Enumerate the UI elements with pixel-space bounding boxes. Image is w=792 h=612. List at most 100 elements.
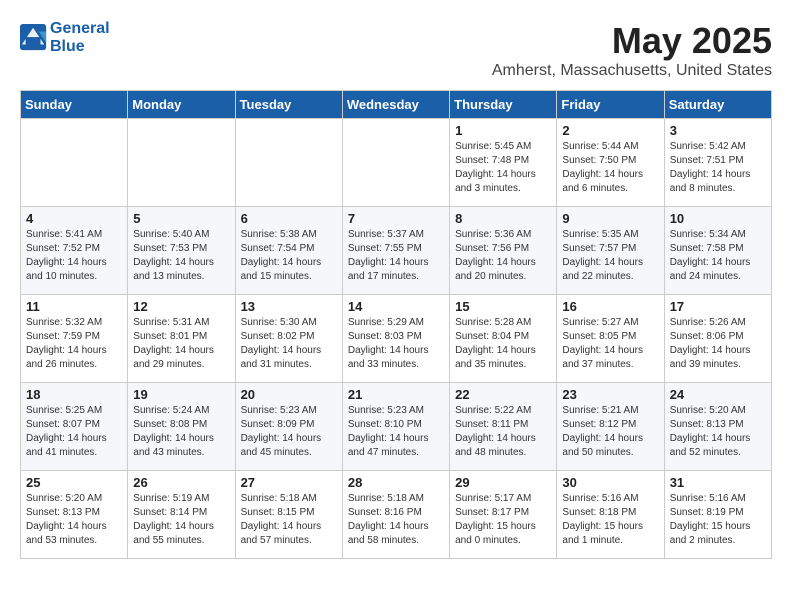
calendar-week-row: 4 Sunrise: 5:41 AM Sunset: 7:52 PM Daylig… [21,207,772,295]
day-of-week-header: Tuesday [235,91,342,119]
day-info: Sunrise: 5:38 AM Sunset: 7:54 PM Dayligh… [241,228,337,284]
calendar-day-cell: 17 Sunrise: 5:26 AM Sunset: 8:06 PM Dayli… [664,295,771,383]
day-info: Sunrise: 5:17 AM Sunset: 8:17 PM Dayligh… [455,492,551,548]
calendar-day-cell: 19Sunrise: 5:24 AM Sunset: 8:08 PM Dayli… [128,383,235,471]
calendar-day-cell: 3Sunrise: 5:42 AM Sunset: 7:51 PM Daylig… [664,119,771,207]
day-info: Sunrise: 5:37 AM Sunset: 7:55 PM Dayligh… [348,228,444,284]
day-of-week-header: Wednesday [342,91,449,119]
calendar-day-cell: 22 Sunrise: 5:22 AM Sunset: 8:11 PM Dayli… [450,383,557,471]
calendar-week-row: 11 Sunrise: 5:32 AM Sunset: 7:59 PM Dayli… [21,295,772,383]
day-number: 18 [26,387,122,402]
day-info: Sunrise: 5:29 AM Sunset: 8:03 PM Dayligh… [348,316,444,372]
day-info: Sunrise: 5:16 AM Sunset: 8:18 PM Dayligh… [562,492,658,548]
day-info: Sunrise: 5:22 AM Sunset: 8:11 PM Dayligh… [455,404,551,460]
calendar-day-cell: 11 Sunrise: 5:32 AM Sunset: 7:59 PM Dayli… [21,295,128,383]
day-of-week-header: Saturday [664,91,771,119]
day-info: Sunrise: 5:20 AM Sunset: 8:13 PM Dayligh… [670,404,766,460]
calendar-day-cell: 27 Sunrise: 5:18 AM Sunset: 8:15 PM Dayli… [235,471,342,559]
day-info: Sunrise: 5:36 AM Sunset: 7:56 PM Dayligh… [455,228,551,284]
calendar-day-cell: 15 Sunrise: 5:28 AM Sunset: 8:04 PM Dayli… [450,295,557,383]
day-info: Sunrise: 5:26 AM Sunset: 8:06 PM Dayligh… [670,316,766,372]
day-info: Sunrise: 5:44 AM Sunset: 7:50 PM Dayligh… [562,140,658,196]
day-number: 13 [241,299,337,314]
calendar-day-cell [235,119,342,207]
calendar-day-cell: 24 Sunrise: 5:20 AM Sunset: 8:13 PM Dayli… [664,383,771,471]
day-info: Sunrise: 5:32 AM Sunset: 7:59 PM Dayligh… [26,316,122,372]
day-info: Sunrise: 5:25 AM Sunset: 8:07 PM Dayligh… [26,404,122,460]
day-number: 24 [670,387,766,402]
day-number: 26 [133,475,229,490]
day-number: 9 [562,211,658,226]
day-number: 6 [241,211,337,226]
day-number: 20 [241,387,337,402]
calendar-day-cell: 4 Sunrise: 5:41 AM Sunset: 7:52 PM Daylig… [21,207,128,295]
day-of-week-header: Friday [557,91,664,119]
location-title: Amherst, Massachusetts, United States [492,62,772,80]
calendar-day-cell [128,119,235,207]
day-info: Sunrise: 5:28 AM Sunset: 8:04 PM Dayligh… [455,316,551,372]
day-number: 8 [455,211,551,226]
calendar-day-cell: 6 Sunrise: 5:38 AM Sunset: 7:54 PM Daylig… [235,207,342,295]
logo-text: General Blue [50,20,110,56]
day-number: 4 [26,211,122,226]
calendar-day-cell [21,119,128,207]
day-info: Sunrise: 5:40 AM Sunset: 7:53 PM Dayligh… [133,228,229,284]
day-number: 11 [26,299,122,314]
calendar-week-row: 18 Sunrise: 5:25 AM Sunset: 8:07 PM Dayli… [21,383,772,471]
calendar-day-cell: 20 Sunrise: 5:23 AM Sunset: 8:09 PM Dayli… [235,383,342,471]
day-info: Sunrise: 5:35 AM Sunset: 7:57 PM Dayligh… [562,228,658,284]
day-info: Sunrise: 5:23 AM Sunset: 8:10 PM Dayligh… [348,404,444,460]
day-info: Sunrise: 5:31 AM Sunset: 8:01 PM Dayligh… [133,316,229,372]
day-number: 28 [348,475,444,490]
header: General Blue May 2025 Amherst, Massachus… [20,20,772,80]
day-number: 27 [241,475,337,490]
day-number: 23 [562,387,658,402]
day-info: Sunrise: 5:34 AM Sunset: 7:58 PM Dayligh… [670,228,766,284]
day-number: 19 [133,387,229,402]
logo-icon [20,24,48,52]
day-info: Sunrise: 5:23 AM Sunset: 8:09 PM Dayligh… [241,404,337,460]
calendar-day-cell: 31Sunrise: 5:16 AM Sunset: 8:19 PM Dayli… [664,471,771,559]
logo: General Blue [20,20,110,56]
day-info: Sunrise: 5:18 AM Sunset: 8:16 PM Dayligh… [348,492,444,548]
calendar-day-cell: 29 Sunrise: 5:17 AM Sunset: 8:17 PM Dayli… [450,471,557,559]
day-info: Sunrise: 5:21 AM Sunset: 8:12 PM Dayligh… [562,404,658,460]
day-number: 12 [133,299,229,314]
day-info: Sunrise: 5:20 AM Sunset: 8:13 PM Dayligh… [26,492,122,548]
calendar-day-cell: 12 Sunrise: 5:31 AM Sunset: 8:01 PM Dayli… [128,295,235,383]
calendar-day-cell: 26Sunrise: 5:19 AM Sunset: 8:14 PM Dayli… [128,471,235,559]
calendar-day-cell: 10 Sunrise: 5:34 AM Sunset: 7:58 PM Dayli… [664,207,771,295]
day-number: 15 [455,299,551,314]
calendar-day-cell: 2 Sunrise: 5:44 AM Sunset: 7:50 PM Daylig… [557,119,664,207]
day-number: 10 [670,211,766,226]
calendar-day-cell: 18 Sunrise: 5:25 AM Sunset: 8:07 PM Dayli… [21,383,128,471]
calendar-day-cell: 23 Sunrise: 5:21 AM Sunset: 8:12 PM Dayli… [557,383,664,471]
calendar-day-cell: 21 Sunrise: 5:23 AM Sunset: 8:10 PM Dayli… [342,383,449,471]
calendar-day-cell: 16Sunrise: 5:27 AM Sunset: 8:05 PM Dayli… [557,295,664,383]
calendar-day-cell: 14 Sunrise: 5:29 AM Sunset: 8:03 PM Dayli… [342,295,449,383]
day-info: Sunrise: 5:45 AM Sunset: 7:48 PM Dayligh… [455,140,551,196]
title-area: May 2025 Amherst, Massachusetts, United … [492,20,772,80]
day-number: 3 [670,123,766,138]
calendar-day-cell: 7 Sunrise: 5:37 AM Sunset: 7:55 PM Daylig… [342,207,449,295]
day-of-week-header: Sunday [21,91,128,119]
day-of-week-header: Thursday [450,91,557,119]
day-number: 2 [562,123,658,138]
day-info: Sunrise: 5:27 AM Sunset: 8:05 PM Dayligh… [562,316,658,372]
day-number: 7 [348,211,444,226]
day-number: 21 [348,387,444,402]
day-info: Sunrise: 5:30 AM Sunset: 8:02 PM Dayligh… [241,316,337,372]
calendar-table: SundayMondayTuesdayWednesdayThursdayFrid… [20,90,772,559]
calendar-day-cell [342,119,449,207]
calendar-day-cell: 8 Sunrise: 5:36 AM Sunset: 7:56 PM Daylig… [450,207,557,295]
day-number: 31 [670,475,766,490]
day-info: Sunrise: 5:18 AM Sunset: 8:15 PM Dayligh… [241,492,337,548]
month-title: May 2025 [492,20,772,62]
day-info: Sunrise: 5:41 AM Sunset: 7:52 PM Dayligh… [26,228,122,284]
day-number: 14 [348,299,444,314]
day-number: 29 [455,475,551,490]
calendar-day-cell: 13 Sunrise: 5:30 AM Sunset: 8:02 PM Dayli… [235,295,342,383]
calendar-day-cell: 28 Sunrise: 5:18 AM Sunset: 8:16 PM Dayli… [342,471,449,559]
day-number: 22 [455,387,551,402]
day-number: 17 [670,299,766,314]
